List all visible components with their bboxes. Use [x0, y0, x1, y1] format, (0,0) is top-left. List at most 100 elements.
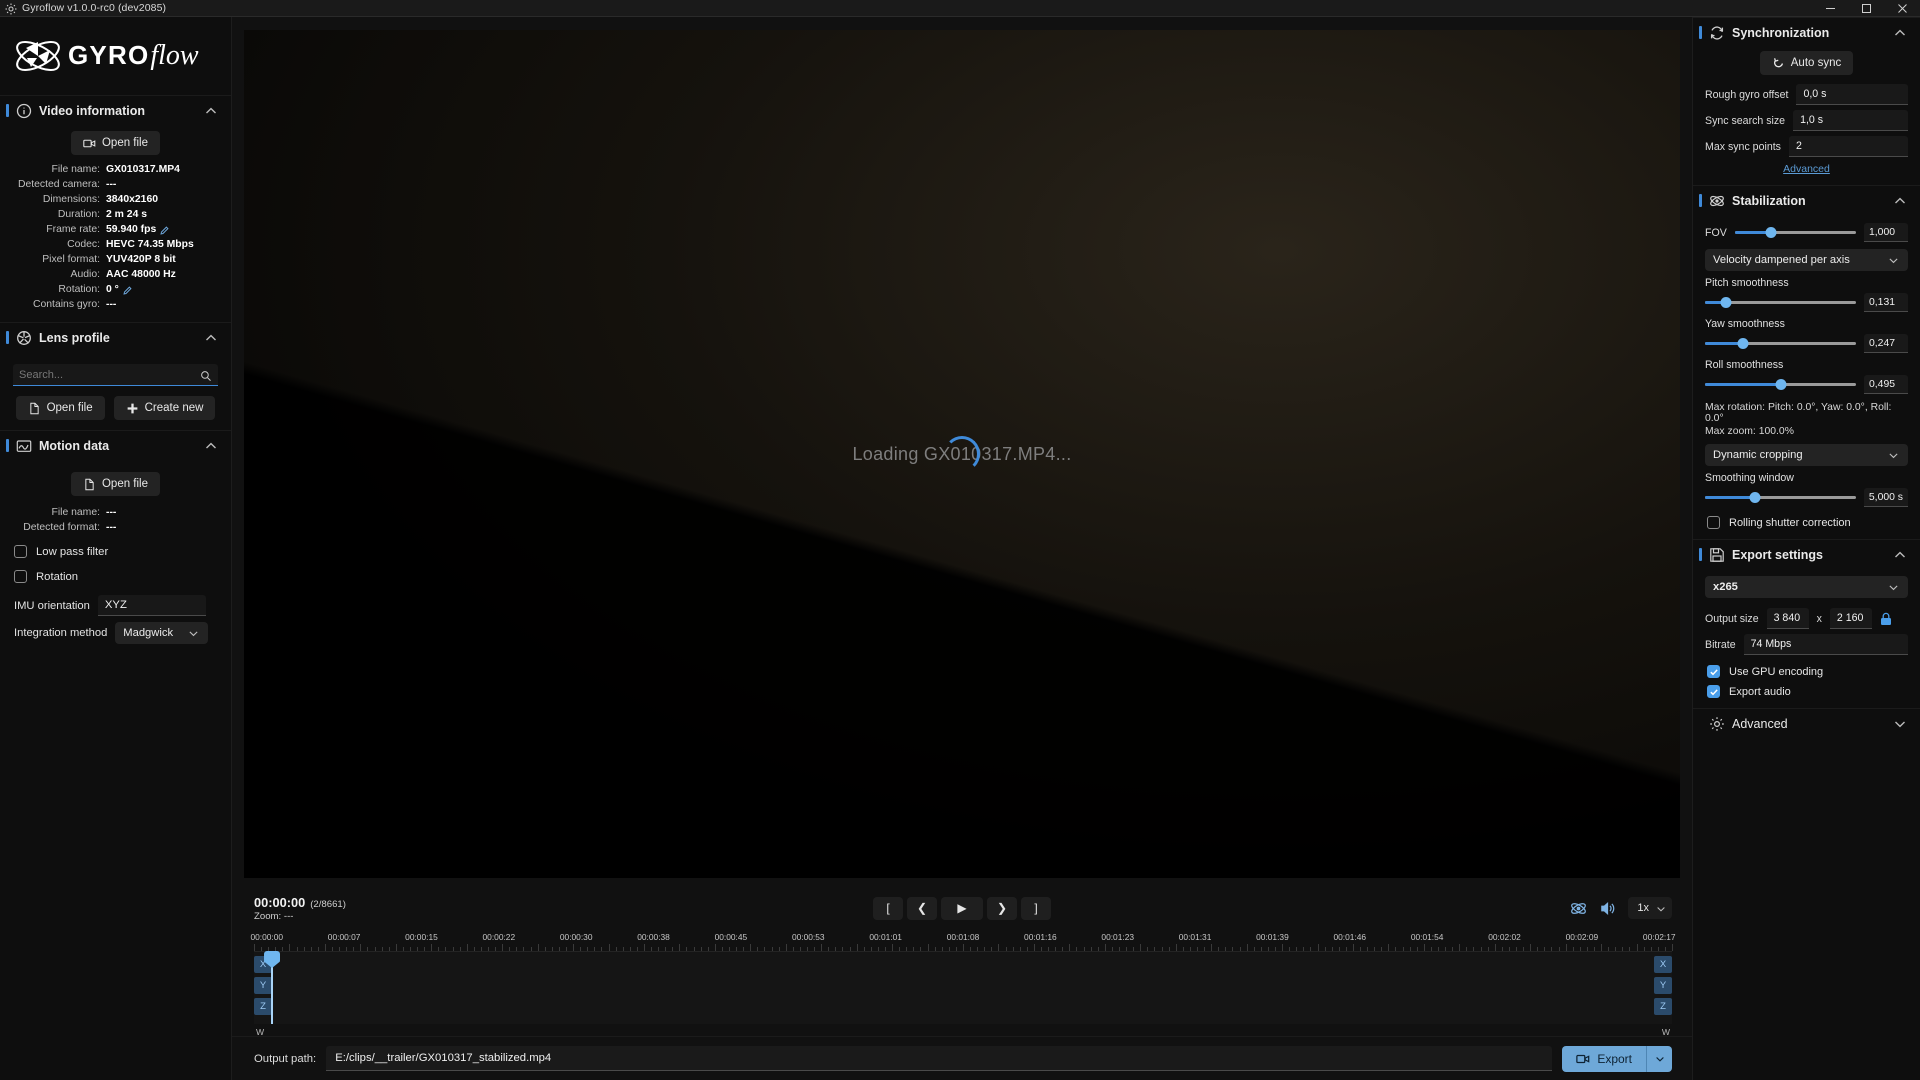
section-header-advanced[interactable]: Advanced: [1693, 708, 1920, 738]
track-label-y-left[interactable]: Y: [254, 977, 272, 994]
smoothing-slider-knob[interactable]: [1749, 492, 1761, 503]
sync-search-size-input[interactable]: [1793, 110, 1908, 131]
section-header-synchronization[interactable]: Synchronization: [1693, 17, 1920, 47]
volume-icon[interactable]: [1599, 900, 1616, 917]
track-label-y-right[interactable]: Y: [1654, 977, 1672, 994]
lens-open-file-label: Open file: [46, 402, 93, 414]
rotation-checkbox[interactable]: [14, 570, 27, 583]
fov-value[interactable]: 1,000: [1864, 223, 1908, 242]
smoothing-window-value[interactable]: 5,000 s: [1863, 488, 1908, 507]
export-button[interactable]: Export: [1562, 1045, 1646, 1072]
lens-search-box[interactable]: [13, 364, 218, 386]
section-header-lens-profile[interactable]: Lens profile: [0, 322, 231, 352]
video-preview-area[interactable]: Loading GX010317.MP4...: [232, 17, 1692, 886]
bitrate-input[interactable]: [1743, 634, 1908, 655]
export-options-caret[interactable]: [1646, 1045, 1672, 1072]
low-pass-filter-checkbox[interactable]: [14, 545, 27, 558]
pitch-smoothness-slider[interactable]: [1705, 296, 1856, 310]
timeline-tick: [1331, 947, 1333, 951]
codec-select[interactable]: x265: [1705, 576, 1908, 598]
rolling-shutter-row[interactable]: Rolling shutter correction: [1693, 507, 1920, 529]
aspect-lock-icon[interactable]: [1880, 612, 1892, 626]
table-row: Contains gyro: ---: [0, 297, 231, 312]
playback-speed-select[interactable]: 1x: [1628, 897, 1672, 919]
timeline-tick: [1204, 947, 1206, 951]
yaw-smoothness-value[interactable]: 0,247: [1864, 334, 1908, 353]
video-camera-icon: [83, 139, 96, 147]
video-open-file-button[interactable]: Open file: [70, 131, 161, 155]
roll-smoothness-slider[interactable]: [1705, 378, 1856, 392]
chevron-up-icon[interactable]: [1892, 547, 1908, 563]
video-frame[interactable]: Loading GX010317.MP4...: [244, 30, 1680, 878]
next-frame-button[interactable]: ❯: [987, 896, 1017, 920]
use-gpu-encoding-checkbox[interactable]: [1707, 665, 1720, 678]
timeline-playhead[interactable]: [264, 951, 281, 1024]
timeline-tick: [807, 947, 809, 951]
low-pass-filter-row[interactable]: Low pass filter: [0, 535, 231, 564]
timeline-tick: [785, 944, 787, 951]
rough-gyro-offset-input[interactable]: [1796, 84, 1908, 105]
rolling-shutter-checkbox[interactable]: [1707, 516, 1720, 529]
chevron-up-icon[interactable]: [1892, 25, 1908, 41]
section-header-export-settings[interactable]: Export settings: [1693, 539, 1920, 569]
stabilization-preview-toggle-icon[interactable]: [1570, 900, 1587, 917]
lens-open-file-button[interactable]: Open file: [15, 396, 105, 420]
play-button[interactable]: ▶: [941, 896, 983, 920]
timeline-ruler[interactable]: 00:00:00 00:00:07 00:00:15 00:00:22 00:00:30…: [250, 930, 1676, 952]
track-label-z-left[interactable]: Z: [254, 998, 272, 1015]
timeline-tracks[interactable]: X Y Z X Y Z: [254, 951, 1672, 1024]
yaw-smoothness-slider[interactable]: [1705, 337, 1856, 351]
maximize-button[interactable]: [1848, 0, 1884, 17]
edit-pencil-icon[interactable]: [123, 285, 132, 295]
chevron-up-icon[interactable]: [203, 103, 219, 119]
close-button[interactable]: [1884, 0, 1920, 17]
use-gpu-encoding-row[interactable]: Use GPU encoding: [1693, 655, 1920, 678]
roll-smoothness-value[interactable]: 0,495: [1864, 375, 1908, 394]
timeline[interactable]: 00:00:00 00:00:07 00:00:15 00:00:22 00:00:30…: [250, 930, 1676, 1037]
pitch-slider-knob[interactable]: [1720, 297, 1732, 308]
track-label-x-right[interactable]: X: [1654, 956, 1672, 973]
motion-open-file-button[interactable]: Open file: [70, 472, 161, 496]
timeline-tick: [381, 947, 383, 951]
minimize-button[interactable]: [1812, 0, 1848, 17]
auto-sync-button[interactable]: Auto sync: [1759, 51, 1854, 75]
pitch-smoothness-value[interactable]: 0,131: [1864, 293, 1908, 312]
timeline-tick: [899, 947, 901, 951]
search-input[interactable]: [19, 368, 200, 381]
smoothing-window-slider[interactable]: [1705, 491, 1856, 505]
previous-frame-button[interactable]: ❮: [907, 896, 937, 920]
integration-method-select[interactable]: Madgwick: [115, 622, 209, 644]
section-header-stabilization[interactable]: Stabilization: [1693, 185, 1920, 215]
stabilization-method-select[interactable]: Velocity dampened per axis: [1705, 249, 1908, 271]
timeline-tick: [466, 944, 468, 951]
output-width-input[interactable]: [1766, 608, 1809, 629]
chevron-up-icon[interactable]: [203, 330, 219, 346]
fov-slider[interactable]: [1734, 226, 1856, 240]
chevron-down-icon[interactable]: [1892, 716, 1908, 732]
export-audio-row[interactable]: Export audio: [1693, 678, 1920, 698]
timeline-tick: [1579, 947, 1581, 951]
section-header-video-information[interactable]: Video information: [0, 95, 231, 125]
yaw-slider-knob[interactable]: [1737, 338, 1749, 349]
trim-end-button[interactable]: ]: [1021, 896, 1051, 920]
imu-orientation-input[interactable]: [97, 595, 206, 616]
timeline-tick: [927, 944, 929, 951]
edit-pencil-icon[interactable]: [160, 225, 169, 235]
output-height-input[interactable]: [1829, 608, 1872, 629]
track-label-z-right[interactable]: Z: [1654, 998, 1672, 1015]
cropping-mode-select[interactable]: Dynamic cropping: [1705, 444, 1908, 466]
trim-start-button[interactable]: [: [873, 896, 903, 920]
fov-slider-knob[interactable]: [1765, 227, 1777, 238]
output-path-input[interactable]: [326, 1046, 1553, 1071]
app-logo: GYROflow: [0, 17, 231, 95]
sync-advanced-link[interactable]: Advanced: [1783, 163, 1830, 175]
section-header-motion-data[interactable]: Motion data: [0, 430, 231, 460]
roll-slider-knob[interactable]: [1775, 379, 1786, 390]
chevron-up-icon[interactable]: [203, 438, 219, 454]
max-sync-points-input[interactable]: [1788, 136, 1908, 157]
chevron-up-icon[interactable]: [1892, 193, 1908, 209]
chevron-down-icon: [1887, 581, 1900, 594]
lens-create-new-button[interactable]: Create new: [113, 396, 216, 420]
rotation-row[interactable]: Rotation: [0, 564, 231, 589]
export-audio-checkbox[interactable]: [1707, 685, 1720, 698]
